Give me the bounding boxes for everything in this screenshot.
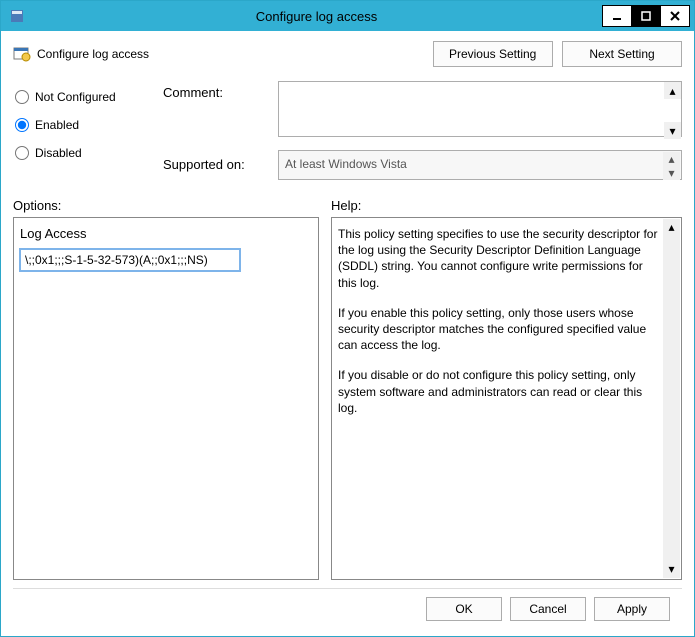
close-button[interactable] xyxy=(660,5,690,27)
scroll-up-icon[interactable]: ▴ xyxy=(663,152,680,166)
radio-not-configured[interactable]: Not Configured xyxy=(13,83,163,111)
scroll-up-icon[interactable]: ▴ xyxy=(664,82,681,99)
ok-button[interactable]: OK xyxy=(426,597,502,621)
previous-setting-button[interactable]: Previous Setting xyxy=(433,41,553,67)
header-caption: Configure log access xyxy=(37,47,149,61)
help-panel: This policy setting specifies to use the… xyxy=(331,217,682,580)
help-text: This policy setting specifies to use the… xyxy=(338,226,661,291)
comment-scrollbar[interactable]: ▴ ▾ xyxy=(664,82,681,139)
dialog-window: Configure log access Configure log acces… xyxy=(0,0,695,637)
supported-scrollbar[interactable]: ▴ ▾ xyxy=(663,152,680,178)
scroll-down-icon[interactable]: ▾ xyxy=(663,166,680,180)
maximize-button[interactable] xyxy=(631,5,661,27)
scroll-down-icon[interactable]: ▾ xyxy=(664,122,681,139)
scroll-down-icon[interactable]: ▾ xyxy=(663,561,680,578)
app-icon xyxy=(9,8,25,24)
log-access-input[interactable] xyxy=(20,249,240,271)
apply-button[interactable]: Apply xyxy=(594,597,670,621)
help-heading: Help: xyxy=(331,198,361,213)
supported-on-label: Supported on: xyxy=(163,149,278,179)
log-access-label: Log Access xyxy=(20,226,312,241)
radio-enabled[interactable]: Enabled xyxy=(13,111,163,139)
window-controls xyxy=(602,5,694,27)
options-heading: Options: xyxy=(13,198,331,213)
window-title: Configure log access xyxy=(31,9,602,24)
scroll-up-icon[interactable]: ▴ xyxy=(663,219,680,236)
radio-disabled[interactable]: Disabled xyxy=(13,139,163,167)
comment-textarea[interactable] xyxy=(278,81,682,137)
minimize-button[interactable] xyxy=(602,5,632,27)
supported-on-field: At least Windows Vista ▴ ▾ xyxy=(278,150,682,180)
help-text: If you disable or do not configure this … xyxy=(338,367,661,416)
help-text: If you enable this policy setting, only … xyxy=(338,305,661,354)
cancel-button[interactable]: Cancel xyxy=(510,597,586,621)
title-bar[interactable]: Configure log access xyxy=(1,1,694,31)
next-setting-button[interactable]: Next Setting xyxy=(562,41,682,67)
comment-label: Comment: xyxy=(163,83,278,139)
help-scrollbar[interactable]: ▴ ▾ xyxy=(663,219,680,578)
policy-icon xyxy=(13,45,31,63)
options-panel: Log Access xyxy=(13,217,319,580)
